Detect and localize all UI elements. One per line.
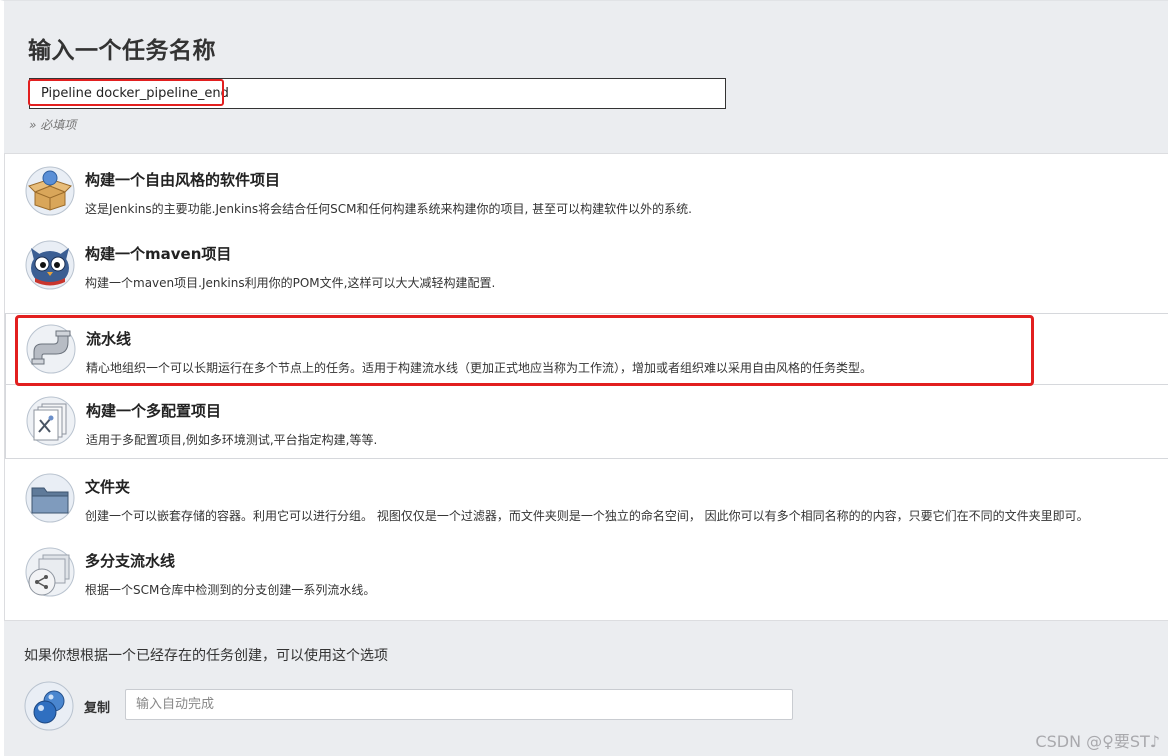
item-type-pipeline[interactable]: 流水线 精心地组织一个可以长期运行在多个节点上的任务。适用于构建流水线（更加正式…: [5, 313, 1168, 385]
item-label: 文件夹: [85, 478, 131, 496]
item-type-multi-config[interactable]: 构建一个多配置项目 适用于多配置项目,例如多环境测试,平台指定构建,等等.: [5, 385, 1168, 459]
item-description: 构建一个maven项目.Jenkins利用你的POM文件,这样可以大大减轻构建配…: [85, 276, 496, 290]
copy-label: 复制: [84, 701, 111, 716]
maven-owl-icon: [25, 240, 75, 290]
item-type-multibranch[interactable]: 多分支流水线 根据一个SCM仓库中检测到的分支创建一系列流水线。: [5, 535, 1168, 609]
header-panel: 输入一个任务名称 » 必填项: [0, 0, 1168, 153]
item-label: 多分支流水线: [85, 552, 176, 570]
copy-section: 如果你想根据一个已经存在的任务创建，可以使用这个选项 复制: [4, 620, 1168, 756]
item-description: 创建一个可以嵌套存储的容器。利用它可以进行分组。 视图仅仅是一个过滤器，而文件夹…: [85, 509, 1089, 523]
item-description: 根据一个SCM仓库中检测到的分支创建一系列流水线。: [85, 583, 376, 597]
multibranch-icon: [25, 547, 75, 597]
copy-hint: 如果你想根据一个已经存在的任务创建，可以使用这个选项: [24, 648, 388, 664]
pipeline-pipe-icon: [26, 324, 76, 374]
item-type-folder[interactable]: 文件夹 创建一个可以嵌套存储的容器。利用它可以进行分组。 视图仅仅是一个过滤器，…: [5, 461, 1168, 535]
item-label: 流水线: [86, 330, 132, 348]
item-label: 构建一个多配置项目: [86, 402, 222, 420]
item-name-input[interactable]: [29, 78, 726, 109]
item-label: 构建一个maven项目: [85, 245, 232, 263]
required-note: » 必填项: [29, 118, 77, 132]
item-type-freestyle[interactable]: 构建一个自由风格的软件项目 这是Jenkins的主要功能.Jenkins将会结合…: [5, 154, 1168, 228]
item-type-list: 构建一个自由风格的软件项目 这是Jenkins的主要功能.Jenkins将会结合…: [4, 153, 1168, 620]
item-label: 构建一个自由风格的软件项目: [85, 171, 281, 189]
item-type-maven[interactable]: 构建一个maven项目 构建一个maven项目.Jenkins利用你的POM文件…: [5, 228, 1168, 302]
watermark: CSDN @♀要ST♪: [1035, 732, 1160, 751]
item-description: 这是Jenkins的主要功能.Jenkins将会结合任何SCM和任何构建系统来构…: [85, 202, 692, 216]
multi-config-icon: [26, 396, 76, 446]
copy-from-input[interactable]: [125, 689, 793, 720]
item-description: 精心地组织一个可以长期运行在多个节点上的任务。适用于构建流水线（更加正式地应当称…: [86, 361, 873, 375]
copy-spheres-icon: [24, 681, 74, 731]
folder-icon: [25, 473, 75, 523]
page-title: 输入一个任务名称: [28, 38, 216, 64]
item-description: 适用于多配置项目,例如多环境测试,平台指定构建,等等.: [86, 433, 378, 447]
freestyle-box-icon: [25, 166, 75, 216]
